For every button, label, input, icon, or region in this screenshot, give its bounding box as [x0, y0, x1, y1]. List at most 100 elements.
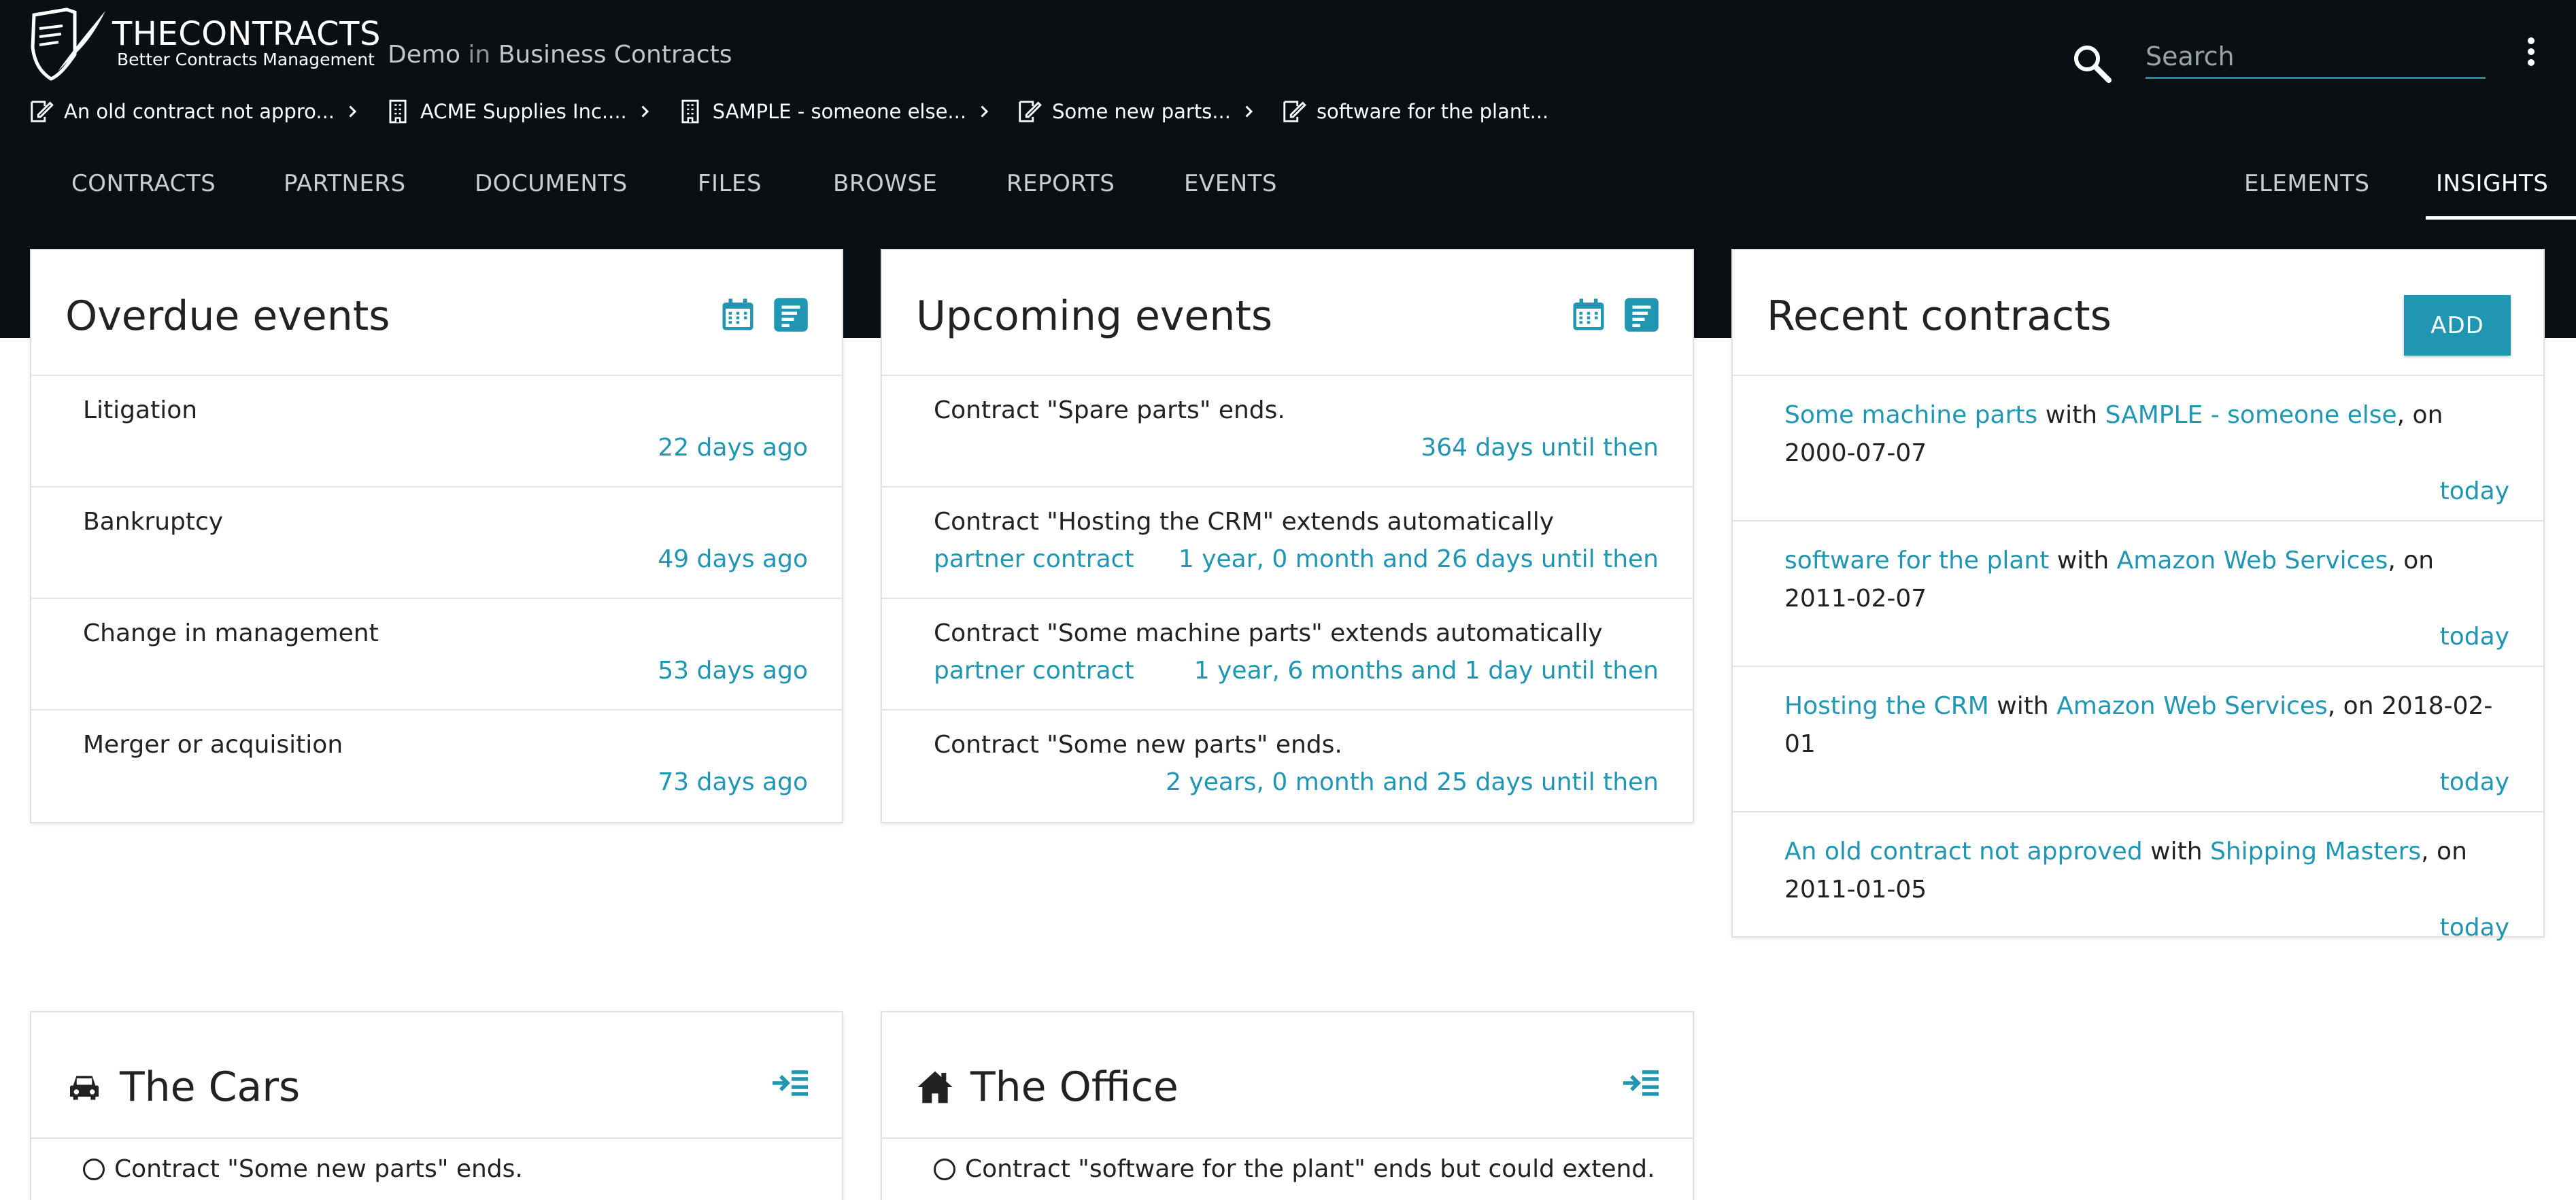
- search-input[interactable]: [2146, 35, 2486, 79]
- breadcrumb: An old contract not appro... ACME Suppli…: [29, 99, 1574, 124]
- event-time: 53 days ago: [658, 657, 808, 685]
- breadcrumb-item[interactable]: ACME Supplies Inc....: [385, 99, 651, 124]
- event-row[interactable]: Litigation 22 days ago: [31, 376, 842, 487]
- group-card-cars: The Cars Contract "Some new parts" ends.: [30, 1011, 843, 1200]
- expand-list-icon[interactable]: [1622, 1068, 1660, 1098]
- context-org: Demo: [388, 41, 460, 69]
- context-in: in: [468, 41, 491, 69]
- expand-list-icon[interactable]: [771, 1068, 809, 1098]
- group-item-label: Contract "software for the plant" ends b…: [965, 1155, 1655, 1183]
- overdue-events-card: Overdue events Litigation 22 days ago Ba…: [30, 249, 843, 823]
- tab-documents[interactable]: DOCUMENTS: [475, 170, 628, 197]
- circle-icon: [83, 1158, 105, 1180]
- tab-contracts[interactable]: CONTRACTS: [71, 170, 216, 197]
- partner-link[interactable]: Shipping Masters: [2210, 838, 2421, 865]
- partner-link[interactable]: Amazon Web Services: [2056, 692, 2328, 720]
- card-header: Recent contracts ADD: [1733, 250, 2543, 376]
- breadcrumb-label: SAMPLE - someone else...: [712, 100, 967, 123]
- event-time: 1 year, 0 month and 26 days until then: [1178, 545, 1659, 573]
- breadcrumb-item[interactable]: software for the plant...: [1281, 99, 1548, 124]
- recent-contract-row: An old contract not approved with Shippi…: [1733, 812, 2543, 957]
- recent-contract-row: software for the plant with Amazon Web S…: [1733, 521, 2543, 667]
- breadcrumb-label: Some new parts...: [1052, 100, 1231, 123]
- group-item[interactable]: Contract "Some new parts" ends.: [83, 1155, 523, 1183]
- on-text: , on: [2327, 692, 2374, 720]
- event-tag[interactable]: partner contract: [934, 545, 1134, 573]
- with-text: with: [2045, 401, 2098, 429]
- group-title: The Cars: [120, 1063, 301, 1111]
- event-row[interactable]: Contract "Some machine parts" extends au…: [882, 599, 1693, 710]
- context-area: Business Contracts: [498, 41, 732, 69]
- event-tag[interactable]: partner contract: [934, 657, 1134, 685]
- card-header: The Office: [882, 1012, 1693, 1139]
- card-header: The Cars: [31, 1012, 842, 1139]
- more-menu-icon[interactable]: [2524, 37, 2538, 68]
- list-view-icon[interactable]: [1623, 296, 1660, 333]
- shield-quill-logo-icon[interactable]: [27, 7, 109, 82]
- contract-link[interactable]: Hosting the CRM: [1784, 692, 1989, 720]
- tab-reports[interactable]: REPORTS: [1006, 170, 1115, 197]
- event-row[interactable]: Bankruptcy 49 days ago: [31, 487, 842, 599]
- search-icon[interactable]: [2071, 42, 2114, 86]
- chevron-right-icon: [349, 105, 357, 118]
- building-icon: [389, 99, 407, 124]
- recent-time: today: [2439, 623, 2509, 651]
- breadcrumb-item[interactable]: SAMPLE - someone else...: [677, 99, 991, 124]
- with-text: with: [2056, 547, 2109, 575]
- brand-tagline: Better Contracts Management: [117, 50, 375, 69]
- event-row[interactable]: Change in management 53 days ago: [31, 599, 842, 710]
- event-label: Contract "Hosting the CRM" extends autom…: [934, 508, 1555, 536]
- contract-link[interactable]: software for the plant: [1784, 547, 2049, 575]
- on-text: , on: [2421, 838, 2467, 865]
- group-item[interactable]: Contract "software for the plant" ends b…: [934, 1155, 1655, 1183]
- tab-events[interactable]: EVENTS: [1184, 170, 1277, 197]
- add-contract-button[interactable]: ADD: [2404, 295, 2511, 356]
- breadcrumb-item[interactable]: An old contract not appro...: [29, 99, 359, 124]
- contract-link[interactable]: Some machine parts: [1784, 401, 2037, 429]
- with-text: with: [2150, 838, 2203, 865]
- event-time: 22 days ago: [658, 434, 808, 462]
- context-title[interactable]: Demo in Business Contracts: [388, 41, 732, 69]
- event-row[interactable]: Contract "Some new parts" ends. 2 years,…: [882, 710, 1693, 822]
- contract-icon: [31, 101, 54, 122]
- partner-link[interactable]: Amazon Web Services: [2117, 547, 2388, 575]
- contract-link[interactable]: An old contract not approved: [1784, 838, 2143, 865]
- chevron-right-icon: [981, 105, 989, 118]
- partner-link[interactable]: SAMPLE - someone else: [2105, 401, 2397, 429]
- event-time: 1 year, 6 months and 1 day until then: [1193, 657, 1659, 685]
- breadcrumb-label: ACME Supplies Inc....: [420, 100, 627, 123]
- recent-contract-row: Hosting the CRM with Amazon Web Services…: [1733, 667, 2543, 812]
- event-label: Contract "Spare parts" ends.: [934, 396, 1285, 424]
- list-view-icon[interactable]: [773, 296, 809, 333]
- tab-browse[interactable]: BROWSE: [833, 170, 937, 197]
- calendar-icon[interactable]: [1570, 296, 1607, 333]
- event-row[interactable]: Contract "Spare parts" ends. 364 days un…: [882, 376, 1693, 487]
- tab-files[interactable]: FILES: [698, 170, 762, 197]
- group-title: The Office: [970, 1063, 1179, 1111]
- breadcrumb-item[interactable]: Some new parts...: [1017, 99, 1255, 124]
- card-actions: [703, 296, 809, 333]
- tab-elements[interactable]: ELEMENTS: [2244, 170, 2370, 197]
- event-time: 364 days until then: [1421, 434, 1659, 462]
- brand-name[interactable]: THECONTRACTS: [112, 15, 381, 53]
- recent-contracts-card: Recent contracts ADD Some machine parts …: [1731, 249, 2545, 942]
- group-item-label: Contract "Some new parts" ends.: [114, 1155, 523, 1183]
- event-label: Litigation: [83, 396, 198, 424]
- car-icon: [70, 1076, 99, 1100]
- event-time: 2 years, 0 month and 25 days until then: [1166, 768, 1659, 796]
- card-header: Upcoming events: [882, 250, 1693, 376]
- calendar-icon[interactable]: [719, 296, 756, 333]
- on-text: , on: [2396, 401, 2443, 429]
- recent-time: today: [2439, 477, 2509, 505]
- contract-icon: [1283, 101, 1306, 122]
- contract-icon: [1019, 101, 1042, 122]
- tab-insights[interactable]: INSIGHTS: [2436, 170, 2548, 197]
- event-row[interactable]: Merger or acquisition 73 days ago: [31, 710, 842, 822]
- event-label: Change in management: [83, 619, 379, 647]
- group-card-office: The Office Contract "software for the pl…: [881, 1011, 1694, 1200]
- tab-partners[interactable]: PARTNERS: [284, 170, 406, 197]
- on-text: , on: [2388, 547, 2435, 575]
- recent-time: today: [2439, 768, 2509, 796]
- event-label: Merger or acquisition: [83, 731, 343, 759]
- event-row[interactable]: Contract "Hosting the CRM" extends autom…: [882, 487, 1693, 599]
